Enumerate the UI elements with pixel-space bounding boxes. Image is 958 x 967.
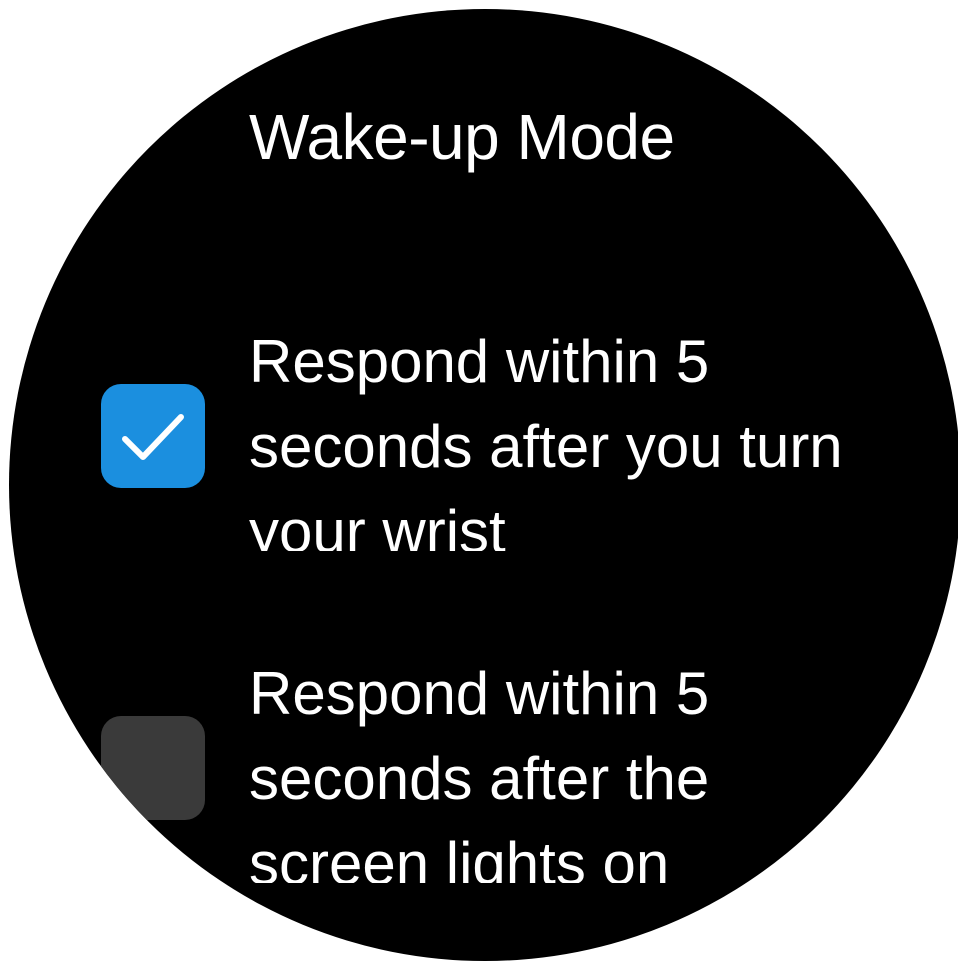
- option-label-turn-wrist: Respond within 5 seconds after you turn …: [249, 319, 843, 551]
- page-title: Wake-up Mode: [249, 101, 675, 173]
- option-label-screen-lights-on: Respond within 5 seconds after the scree…: [249, 651, 709, 883]
- option-label-line: Respond within 5: [249, 660, 710, 727]
- option-label-line: Respond within 5: [249, 328, 710, 395]
- watch-screen: Wake-up Mode Respond within 5 seconds af…: [9, 9, 958, 961]
- option-label-line: seconds after you turn: [249, 413, 843, 480]
- checkmark-icon: [122, 414, 184, 460]
- option-label-line: seconds after the: [249, 745, 710, 812]
- checkbox-turn-wrist[interactable]: [101, 384, 205, 488]
- option-label-line: your wrist: [249, 498, 506, 551]
- checkbox-screen-lights-on[interactable]: [101, 716, 205, 820]
- option-label-line: screen lights on: [249, 830, 670, 883]
